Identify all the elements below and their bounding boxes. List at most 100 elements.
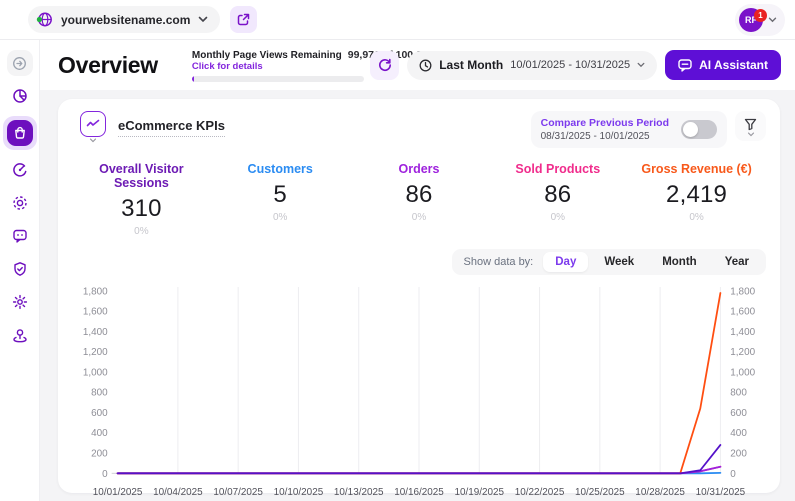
kpi-percent: 0% [134,226,149,237]
kpi-customers[interactable]: Customers 5 0% [211,162,350,237]
sidebar-item-ecommerce[interactable] [2,116,37,150]
topbar: yourwebsitename.com RF 1 [0,0,795,40]
ai-assistant-button[interactable]: AI Assistant [665,50,781,80]
svg-text:10/01/2025: 10/01/2025 [93,487,143,498]
kpi-value: 86 [544,181,572,208]
pageviews-progress-fill [191,75,194,82]
tab-week[interactable]: Week [592,252,646,272]
clock-icon [419,59,432,72]
svg-text:1,200: 1,200 [730,347,755,358]
svg-text:800: 800 [91,388,108,399]
chevron-down-icon [768,17,777,23]
expand-sidebar-button[interactable] [6,50,33,76]
filter-button[interactable] [735,111,766,141]
svg-text:600: 600 [730,408,747,419]
kpi-row: Overall Visitor Sessions 310 0% Customers 5 0… [72,162,766,237]
tab-month[interactable]: Month [650,252,708,272]
kpi-label: Sold Products [515,162,601,176]
location-person-icon [12,327,28,343]
ai-chat-icon [678,58,692,72]
svg-text:1,400: 1,400 [730,327,755,338]
page-title: Overview [58,51,158,78]
compare-label: Compare Previous Period [540,117,669,129]
svg-text:10/16/2025: 10/16/2025 [394,487,444,498]
kpi-value: 5 [273,181,287,208]
sidebar-item-recordings[interactable] [7,190,33,216]
kpi-label: Gross Revenue (€) [641,162,752,176]
svg-text:10/22/2025: 10/22/2025 [515,487,565,498]
svg-text:10/07/2025: 10/07/2025 [213,487,263,498]
site-name: yourwebsitename.com [61,12,191,27]
sidebar-item-profile[interactable] [7,322,33,348]
kpi-percent: 0% [689,212,704,223]
page-header: Overview Monthly Page Views Remaining 99… [40,40,795,90]
date-preset-label: Last Month [439,58,504,72]
svg-text:10/19/2025: 10/19/2025 [454,487,504,498]
sidebar-item-privacy[interactable] [7,256,33,282]
user-menu[interactable]: RF 1 [735,3,785,36]
widget-selector[interactable] [80,111,106,143]
sidebar-item-feedback[interactable] [7,223,33,249]
gear-icon [12,294,28,310]
sidebar-item-settings[interactable] [7,289,33,315]
svg-text:200: 200 [730,449,747,460]
svg-text:1,800: 1,800 [730,286,755,297]
chevron-down-icon [89,138,97,143]
svg-text:0: 0 [730,469,736,480]
swoosh-icon [12,162,28,178]
tab-year[interactable]: Year [713,252,761,272]
svg-text:1,400: 1,400 [83,327,108,338]
svg-text:10/25/2025: 10/25/2025 [575,487,625,498]
content-area: eCommerce KPIs Compare Previous Period 0… [40,90,795,501]
pageviews-quota: Monthly Page Views Remaining 99,971 of 1… [191,49,434,82]
kpi-value: 310 [121,195,162,222]
svg-text:0: 0 [102,469,108,480]
ecommerce-kpis-card: eCommerce KPIs Compare Previous Period 0… [58,99,780,498]
compare-range: 08/31/2025 - 10/01/2025 [540,131,650,142]
funnel-icon [744,118,757,131]
date-range-value: 10/01/2025 - 10/31/2025 [510,59,631,71]
svg-text:10/13/2025: 10/13/2025 [334,487,384,498]
activity-chart-icon [80,111,106,137]
kpi-sold-products[interactable]: Sold Products 86 0% [488,162,627,237]
open-site-button[interactable] [230,6,258,33]
record-target-icon [12,195,28,211]
kpi-percent: 0% [411,212,427,223]
chevron-down-icon [747,132,755,137]
sidebar-item-behavior[interactable] [7,157,33,183]
kpi-label: Orders [398,162,440,176]
kpi-gross-revenue-[interactable]: Gross Revenue (€) 2,419 0% [627,162,766,237]
notification-badge: 1 [754,8,767,22]
sidebar [0,40,40,501]
compare-toggle[interactable] [681,120,717,139]
svg-text:600: 600 [91,408,108,419]
svg-text:800: 800 [730,388,747,399]
show-data-by-label: Show data by: [463,256,534,268]
kpi-orders[interactable]: Orders 86 0% [350,162,489,237]
svg-text:1,000: 1,000 [730,367,755,378]
chat-bubble-icon [12,228,28,244]
kpi-value: 86 [405,181,433,208]
kpi-value: 2,419 [666,181,728,208]
tab-day[interactable]: Day [543,252,589,272]
chevron-down-icon [198,16,208,23]
date-range-picker[interactable]: Last Month 10/01/2025 - 10/31/2025 [407,50,658,80]
card-title: eCommerce KPIs [118,118,225,137]
kpi-overall-visitor-sessions[interactable]: Overall Visitor Sessions 310 0% [72,162,211,237]
chevron-down-icon [637,62,645,68]
ai-assistant-label: AI Assistant [699,58,768,72]
refresh-button[interactable] [370,50,400,80]
shopping-bag-icon [6,120,33,146]
svg-text:1,600: 1,600 [730,307,755,318]
main-area: Overview Monthly Page Views Remaining 99… [40,0,795,501]
toggle-knob [683,122,698,137]
svg-text:10/04/2025: 10/04/2025 [153,487,203,498]
svg-text:1,200: 1,200 [83,347,108,358]
pageviews-details-link[interactable]: Click for details [192,61,364,72]
sidebar-item-dashboard[interactable] [7,83,33,109]
svg-text:1,800: 1,800 [83,286,108,297]
svg-text:10/10/2025: 10/10/2025 [274,487,324,498]
compare-previous-period: Compare Previous Period 08/31/2025 - 10/… [530,111,727,148]
show-data-by-switcher: Show data by: Day Week Month Year [451,249,766,275]
site-selector[interactable]: yourwebsitename.com [28,6,221,33]
